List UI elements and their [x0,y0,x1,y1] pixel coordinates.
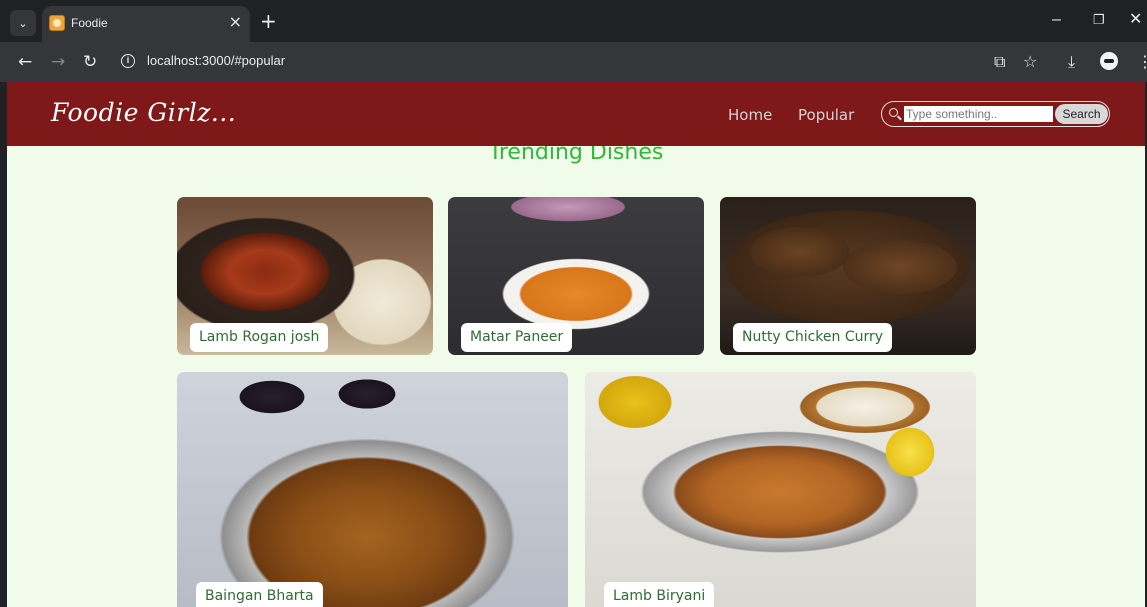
search-icon [889,108,898,117]
browser-tab-strip: ⌄ Foodie × + – ❐ ✕ [0,0,1147,42]
browser-tab[interactable]: Foodie × [42,6,250,42]
tab-close-icon[interactable]: × [229,13,242,31]
address-bar[interactable]: localhost:3000/#popular [147,53,285,68]
profile-icon[interactable] [1100,52,1118,70]
close-icon[interactable]: ✕ [1129,10,1142,30]
site-header: Foodie Girlz... Home Popular Search [7,82,1145,146]
dish-image [177,372,568,607]
site-logo[interactable]: Foodie Girlz... [51,98,236,127]
dish-card-matar-paneer[interactable]: Matar Paneer [448,197,704,355]
tab-search-button[interactable]: ⌄ [10,10,36,36]
tab-title: Foodie [71,16,108,30]
cast-icon[interactable]: ⧉ [994,52,1005,72]
foodie-favicon-icon [49,15,65,31]
dish-label: Baingan Bharta [196,582,323,607]
download-icon[interactable]: ⤓ [1068,52,1075,72]
dish-card-baingan-bharta[interactable]: Baingan Bharta [177,372,568,607]
dish-card-lamb-rogan-josh[interactable]: Lamb Rogan josh [177,197,433,355]
info-icon[interactable]: i [121,54,135,68]
forward-icon[interactable]: → [51,52,65,72]
star-icon[interactable]: ☆ [1023,52,1037,72]
chevron-down-icon: ⌄ [18,16,28,30]
search-button[interactable]: Search [1055,104,1108,124]
dish-card-lamb-biryani[interactable]: Lamb Biryani [585,372,976,607]
minimize-icon[interactable]: – [1052,10,1061,30]
section-title: Trending Dishes [488,146,664,165]
back-icon[interactable]: ← [18,52,32,72]
search-form: Search [881,101,1110,127]
window-frame-left [0,0,7,607]
restore-icon[interactable]: ❐ [1093,10,1105,30]
dish-label: Lamb Rogan josh [190,323,329,352]
browser-toolbar: ← → ↻ i localhost:3000/#popular ⧉ ☆ ⤓ ⋮ [0,42,1147,82]
dish-label: Lamb Biryani [604,582,715,607]
new-tab-button[interactable]: + [260,10,277,32]
search-input[interactable] [904,106,1053,122]
more-icon[interactable]: ⋮ [1137,52,1147,72]
dish-label: Matar Paneer [461,323,573,352]
nav-home-link[interactable]: Home [728,106,772,124]
reload-icon[interactable]: ↻ [83,52,97,72]
dish-image [585,372,976,607]
dish-label: Nutty Chicken Curry [733,323,893,352]
nav-popular-link[interactable]: Popular [798,106,854,124]
popular-section: Trending Dishes Lamb Rogan josh Matar Pa… [7,146,1145,607]
dish-card-nutty-chicken-curry[interactable]: Nutty Chicken Curry [720,197,976,355]
